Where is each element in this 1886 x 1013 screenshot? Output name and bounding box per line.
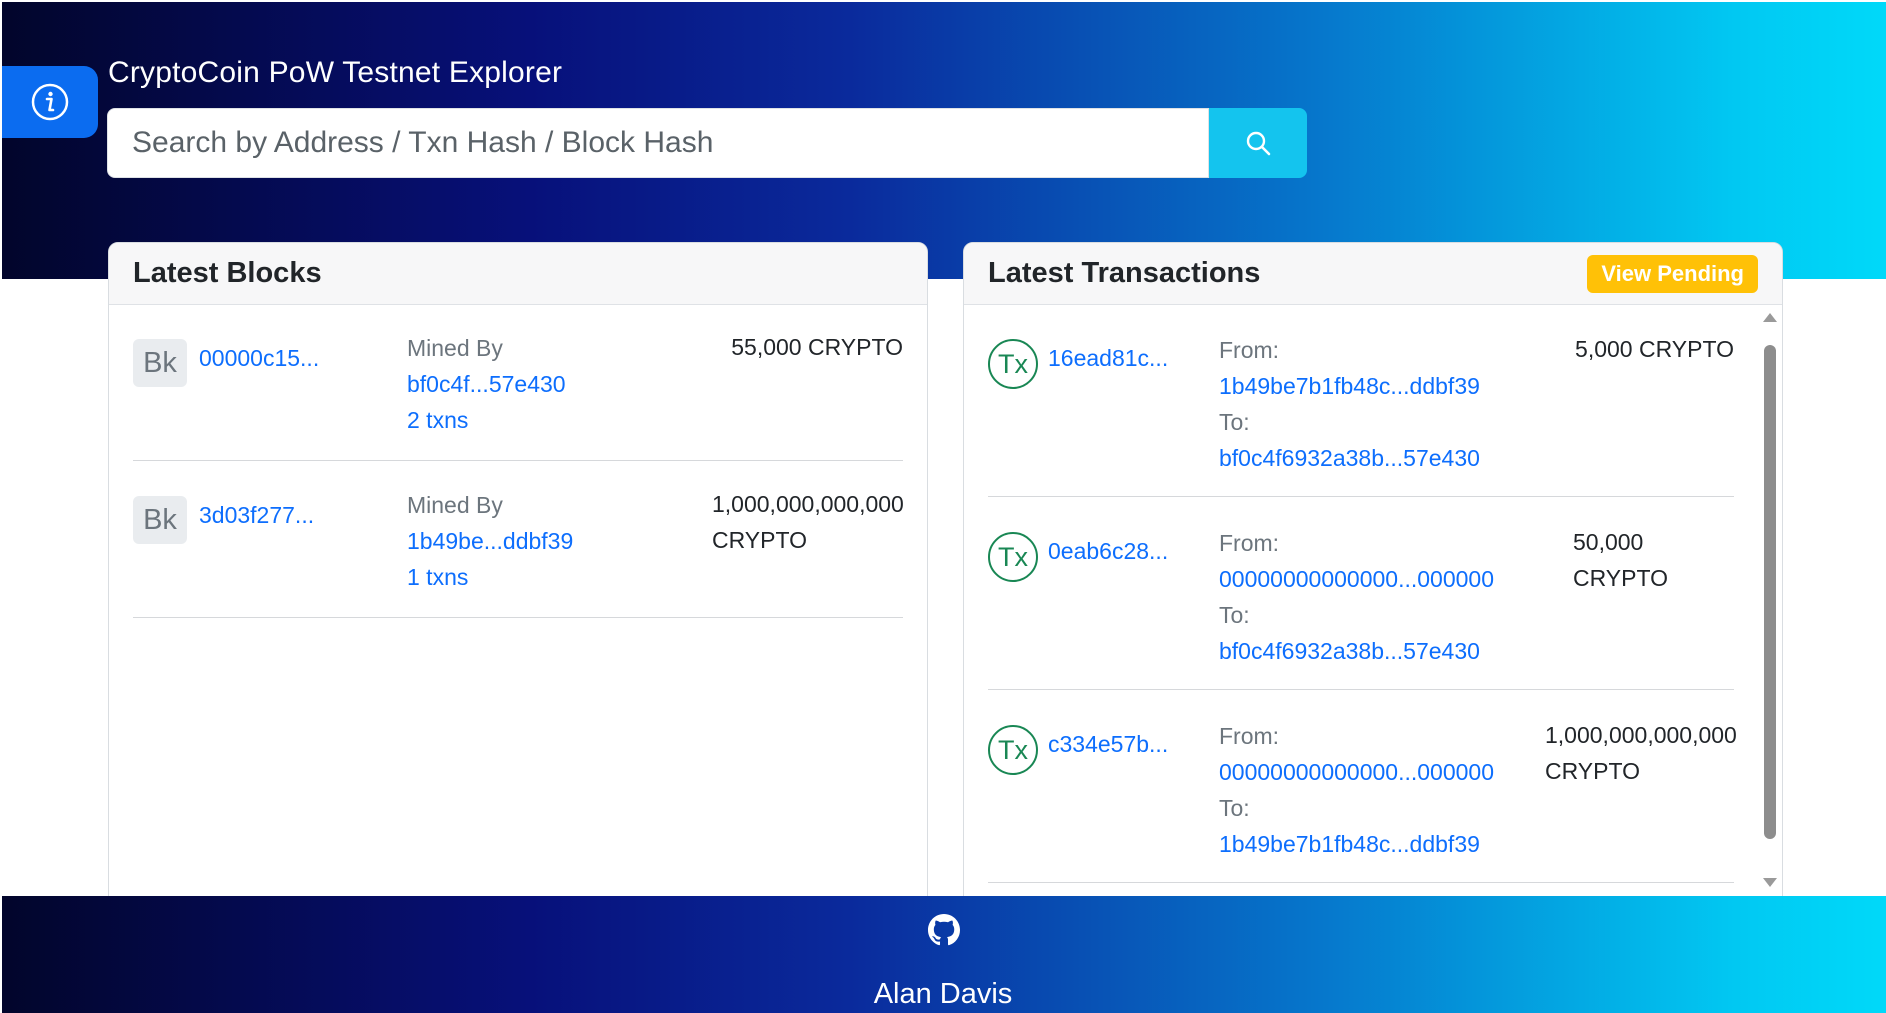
block-badge: Bk (133, 496, 187, 544)
to-label: To: (1219, 409, 1250, 435)
block-hash-link[interactable]: 3d03f277... (199, 502, 314, 529)
block-hash-link[interactable]: 00000c15... (199, 345, 319, 372)
to-address-link[interactable]: bf0c4f6932a38b...57e430 (1219, 445, 1480, 472)
transaction-amount-value: 5,000 CRYPTO (1575, 336, 1734, 362)
transaction-amount-value: 50,000 (1573, 529, 1644, 555)
transaction-badge: Tx (988, 532, 1038, 582)
mined-by-label: Mined By (407, 492, 503, 518)
from-label: From: (1219, 530, 1280, 556)
transaction-hash-link[interactable]: c334e57b... (1048, 731, 1168, 758)
info-circle-icon (31, 83, 69, 121)
block-badge: Bk (133, 339, 187, 387)
to-address-link[interactable]: 1b49be7b1fb48c...ddbf39 (1219, 831, 1480, 858)
latest-transactions-header: Latest Transactions View Pending (964, 243, 1782, 305)
block-row: Bk 00000c15... Mined By bf0c4f...57e430 … (133, 305, 903, 461)
transaction-row: Tx 0eab6c28... From: 00000000000000...00… (988, 498, 1734, 690)
to-label: To: (1219, 602, 1250, 628)
from-label: From: (1219, 723, 1280, 749)
block-txns-link[interactable]: 1 txns (407, 564, 468, 591)
search-icon (1246, 131, 1271, 156)
block-reward-amount: 55,000 CRYPTO (731, 334, 903, 360)
miner-address-link[interactable]: bf0c4f...57e430 (407, 371, 566, 398)
transaction-badge: Tx (988, 725, 1038, 775)
transaction-badge: Tx (988, 339, 1038, 389)
transaction-amount-unit: CRYPTO (1545, 758, 1641, 784)
latest-transactions-title: Latest Transactions (988, 257, 1261, 289)
info-button[interactable] (2, 66, 98, 138)
block-reward-unit: CRYPTO (712, 527, 808, 553)
scroll-down-arrow-icon[interactable] (1763, 878, 1777, 887)
search-button[interactable] (1209, 108, 1307, 178)
block-reward-amount: 1,000,000,000,000 (712, 491, 904, 517)
transaction-hash-link[interactable]: 0eab6c28... (1048, 538, 1168, 565)
scrollbar-thumb[interactable] (1764, 345, 1776, 839)
from-address-link[interactable]: 1b49be7b1fb48c...ddbf39 (1219, 373, 1480, 400)
transaction-amount: 50,000 CRYPTO (1573, 524, 1668, 596)
block-row: Bk 3d03f277... Mined By 1b49be...ddbf39 … (133, 462, 904, 618)
transaction-amount-unit: CRYPTO (1573, 565, 1669, 591)
transaction-amount-value: 1,000,000,000,000 (1545, 722, 1737, 748)
latest-blocks-card: Latest Blocks Bk 00000c15... Mined By bf… (108, 242, 928, 898)
to-label: To: (1219, 795, 1250, 821)
footer-author: Alan Davis (873, 978, 1013, 1010)
transaction-row: Tx 16ead81c... From: 1b49be7b1fb48c...dd… (988, 305, 1734, 497)
transactions-scrollbar[interactable] (1758, 305, 1782, 897)
block-txns-link[interactable]: 2 txns (407, 407, 468, 434)
from-address-link[interactable]: 00000000000000...000000 (1219, 566, 1494, 593)
transaction-row: Tx c334e57b... From: 00000000000000...00… (988, 691, 1737, 883)
from-address-link[interactable]: 00000000000000...000000 (1219, 759, 1494, 786)
transaction-hash-link[interactable]: 16ead81c... (1048, 345, 1168, 372)
search-bar (107, 108, 1307, 178)
view-pending-button[interactable]: View Pending (1587, 254, 1758, 293)
search-input[interactable] (107, 108, 1209, 178)
transaction-amount: 1,000,000,000,000 CRYPTO (1545, 717, 1737, 789)
github-icon[interactable] (928, 914, 960, 946)
scroll-up-arrow-icon[interactable] (1763, 313, 1777, 322)
miner-address-link[interactable]: 1b49be...ddbf39 (407, 528, 573, 555)
latest-blocks-header: Latest Blocks (109, 243, 927, 305)
latest-transactions-card: Latest Transactions View Pending Tx 16ea… (963, 242, 1783, 898)
mined-by-label: Mined By (407, 335, 503, 361)
block-reward: 1,000,000,000,000 CRYPTO (712, 486, 904, 558)
latest-blocks-title: Latest Blocks (133, 257, 322, 289)
to-address-link[interactable]: bf0c4f6932a38b...57e430 (1219, 638, 1480, 665)
app-title: CryptoCoin PoW Testnet Explorer (108, 56, 563, 89)
from-label: From: (1219, 337, 1280, 363)
block-reward: 55,000 CRYPTO (731, 329, 903, 365)
transaction-amount: 5,000 CRYPTO (1575, 331, 1734, 367)
